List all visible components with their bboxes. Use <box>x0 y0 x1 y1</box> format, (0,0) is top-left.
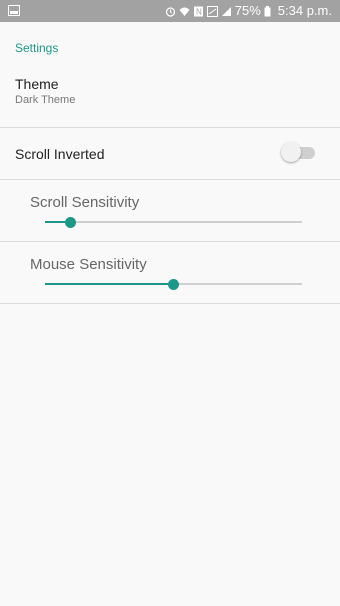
scroll-sensitivity-slider[interactable] <box>45 216 302 228</box>
battery-percent: 75% <box>234 3 261 18</box>
divider <box>0 179 340 180</box>
theme-preference[interactable]: Theme Dark Theme <box>0 72 340 126</box>
signal-icon <box>221 5 232 16</box>
battery-icon <box>264 5 275 17</box>
slider-thumb[interactable] <box>168 278 179 290</box>
divider <box>0 303 340 304</box>
slider-fill <box>45 283 174 285</box>
scroll-inverted-label: Scroll Inverted <box>15 146 105 162</box>
status-bar: N 75% 5:34 p.m. <box>0 0 340 22</box>
toggle-thumb[interactable] <box>281 142 301 162</box>
scroll-sensitivity-label: Scroll Sensitivity <box>30 194 140 211</box>
mouse-sensitivity-label: Mouse Sensitivity <box>30 256 147 273</box>
section-title: Settings <box>15 41 59 55</box>
slider-thumb[interactable] <box>65 216 77 228</box>
theme-summary: Dark Theme <box>15 94 76 106</box>
alarm-icon <box>165 5 176 17</box>
nfc-icon: N <box>193 5 204 17</box>
settings-screen: Settings Theme Dark Theme Scroll Inverte… <box>0 22 340 606</box>
svg-text:N: N <box>196 8 202 17</box>
wifi-icon <box>179 5 190 16</box>
divider <box>0 241 340 242</box>
clock: 5:34 p.m. <box>277 3 332 18</box>
image-icon <box>8 4 20 19</box>
theme-title: Theme <box>15 76 59 92</box>
sim-icon <box>206 5 218 17</box>
mouse-sensitivity-slider[interactable] <box>45 278 302 290</box>
